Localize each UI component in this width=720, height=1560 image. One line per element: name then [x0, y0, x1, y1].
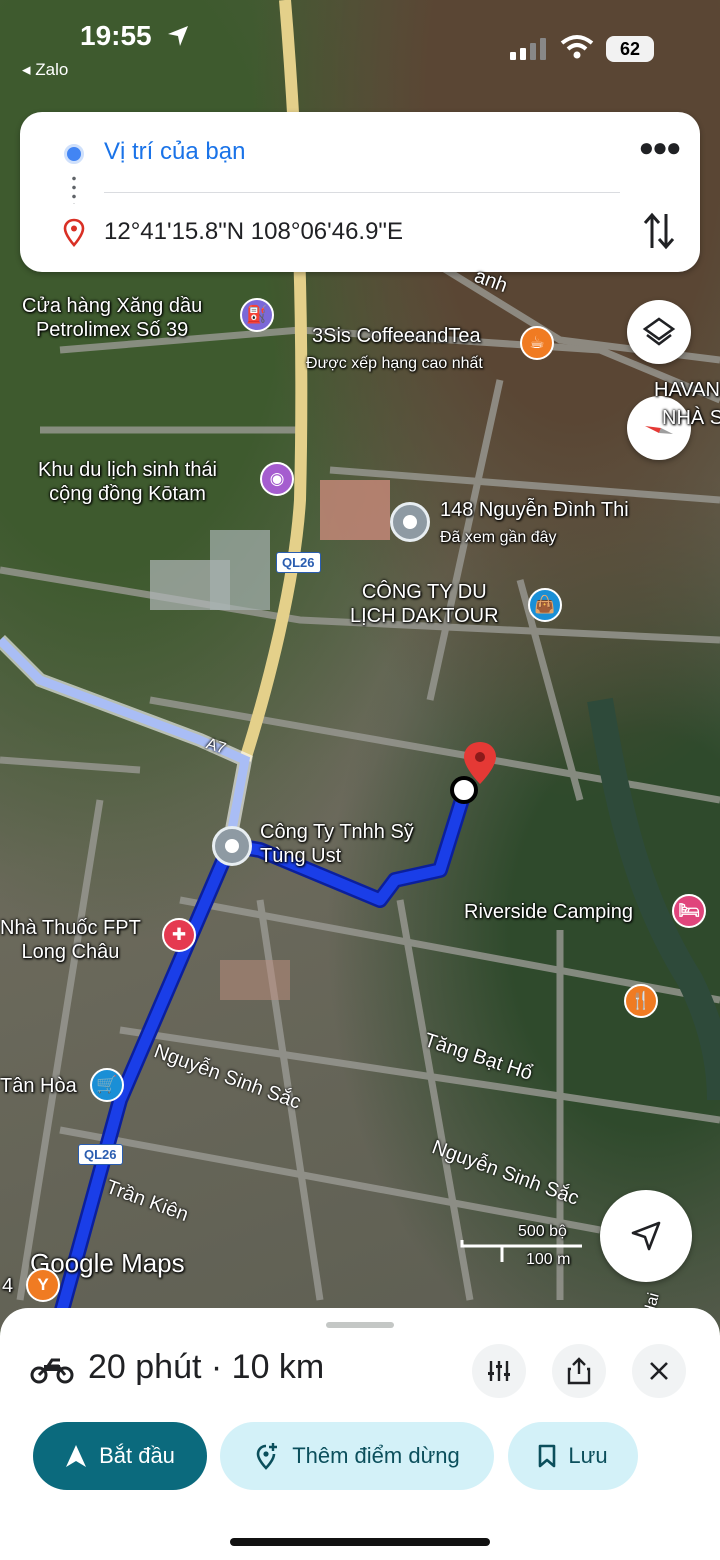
add-stop-button[interactable]: Thêm điểm dừng [220, 1422, 494, 1490]
cafe-icon[interactable]: ☕ [520, 326, 554, 360]
share-icon [567, 1357, 591, 1385]
poi-label-kotam[interactable]: Khu du lịch sinh thái cộng đồng Kōtam [38, 458, 217, 506]
camera-icon[interactable]: ◉ [260, 462, 294, 496]
save-button[interactable]: Lưu [508, 1422, 638, 1490]
highway-shield-ql26: QL26 [276, 552, 321, 573]
poi-name-line: CÔNG TY DU [361, 581, 487, 603]
route-connector-icon [72, 174, 76, 204]
status-bar: 19:55 ◂ Zalo 62 [0, 0, 720, 90]
close-icon [650, 1362, 668, 1380]
poi-name-line: cộng đồng Kōtam [49, 483, 206, 505]
add-location-icon [256, 1443, 278, 1470]
navigation-arrow-icon [631, 1221, 661, 1251]
poi-name-line: Petrolimex Số 39 [35, 319, 189, 341]
more-options-icon[interactable]: ●●● [638, 132, 681, 162]
gas-station-icon[interactable]: ⛽ [240, 298, 274, 332]
poi-name-line: Tùng Ust [260, 845, 342, 867]
shopping-bag-icon[interactable]: 👜 [528, 588, 562, 622]
layers-icon [642, 317, 676, 346]
shopping-cart-icon[interactable]: 🛒 [90, 1068, 124, 1102]
route-bottom-sheet: 20 phút · 10 km Bắt đầu Thêm điểm dừng L… [0, 1308, 720, 1560]
layers-button[interactable] [627, 300, 691, 364]
status-time: 19:55 [80, 20, 152, 51]
home-indicator [230, 1538, 490, 1546]
directions-card: Vị trí của bạn 12°41'15.8"N 108°06'46.9"… [20, 112, 700, 272]
signal-icon [510, 38, 546, 60]
swap-icon[interactable] [642, 210, 676, 252]
navigation-start-icon [66, 1445, 87, 1467]
sheet-drag-handle[interactable] [326, 1322, 394, 1328]
pharmacy-icon[interactable]: ✚ [162, 918, 196, 952]
poi-label-nguyen-dinh-thi[interactable]: 148 Nguyễn Đình Thi [440, 498, 629, 522]
poi-name-line: Khu du lịch sinh thái [38, 459, 218, 481]
route-options-button[interactable] [472, 1344, 526, 1398]
scale-label-feet: 500 bộ [518, 1223, 567, 1240]
recent-place-pin-icon[interactable] [390, 502, 430, 542]
poi-name-line: LỊCH DAKTOUR [350, 605, 499, 627]
scale-label-meters: 100 m [526, 1251, 571, 1268]
share-button[interactable] [552, 1344, 606, 1398]
poi-label-riverside[interactable]: Riverside Camping [464, 900, 633, 924]
poi-sublabel-recent: Đã xem gần đây [440, 529, 557, 546]
eta-summary: 20 phút · 10 km [88, 1348, 325, 1386]
poi-label-havan: HAVAN [654, 379, 720, 401]
highway-shield-ql26-2: QL26 [78, 1144, 123, 1165]
poi-sublabel-coffee: Được xếp hạng cao nhất [306, 355, 483, 372]
poi-name-line: Cửa hàng Xăng dầu [22, 295, 203, 317]
destination-field[interactable]: 12°41'15.8"N 108°06'46.9"E [104, 218, 403, 246]
close-button[interactable] [632, 1344, 686, 1398]
battery-indicator: 62 [606, 36, 654, 62]
poi-label-havan-2: NHÀ S [662, 407, 720, 429]
location-arrow-icon [168, 26, 188, 46]
start-button[interactable]: Bắt đầu [33, 1422, 207, 1490]
poi-label-coffee[interactable]: 3Sis CoffeeandTea [312, 324, 481, 348]
start-button-label: Bắt đầu [99, 1443, 175, 1468]
bookmark-icon [539, 1444, 556, 1468]
poi-name-line: Nhà Thuốc FPT [0, 917, 141, 939]
destination-marker-icon[interactable] [446, 740, 500, 806]
motorbike-icon [30, 1358, 74, 1384]
place-pin-icon[interactable] [212, 826, 252, 866]
poi-label-tung-ust[interactable]: Công Ty Tnhh Sỹ Tùng Ust [260, 820, 414, 868]
poi-name-line: Long Châu [21, 941, 120, 963]
tune-icon [488, 1361, 510, 1381]
wifi-icon [560, 35, 594, 59]
divider [104, 192, 620, 193]
restaurant-icon[interactable]: 🍴 [624, 984, 658, 1018]
add-stop-label: Thêm điểm dừng [292, 1443, 460, 1468]
save-button-label: Lưu [568, 1443, 608, 1468]
poi-label-tan-hoa[interactable]: Tân Hòa [0, 1074, 77, 1098]
poi-label-fpt[interactable]: Nhà Thuốc FPT Long Châu [0, 916, 141, 964]
my-location-dot-icon [64, 144, 84, 164]
recenter-button[interactable] [600, 1190, 692, 1282]
bed-icon[interactable]: 🛏 [672, 894, 706, 928]
poi-label-petrolimex[interactable]: Cửa hàng Xăng dầu Petrolimex Số 39 [22, 294, 202, 342]
map-view[interactable]: 19:55 ◂ Zalo 62 Vị trí của bạn 12°41'15.… [0, 0, 720, 1330]
map-label-4: 4 [2, 1275, 14, 1297]
back-to-app-link[interactable]: ◂ Zalo [22, 60, 68, 80]
destination-pin-icon [63, 218, 85, 247]
bar-icon[interactable]: Y [26, 1268, 60, 1302]
origin-field[interactable]: Vị trí của bạn [104, 138, 245, 166]
poi-label-daktour[interactable]: CÔNG TY DU LỊCH DAKTOUR [350, 580, 499, 628]
poi-name-line: Công Ty Tnhh Sỹ [260, 821, 414, 843]
